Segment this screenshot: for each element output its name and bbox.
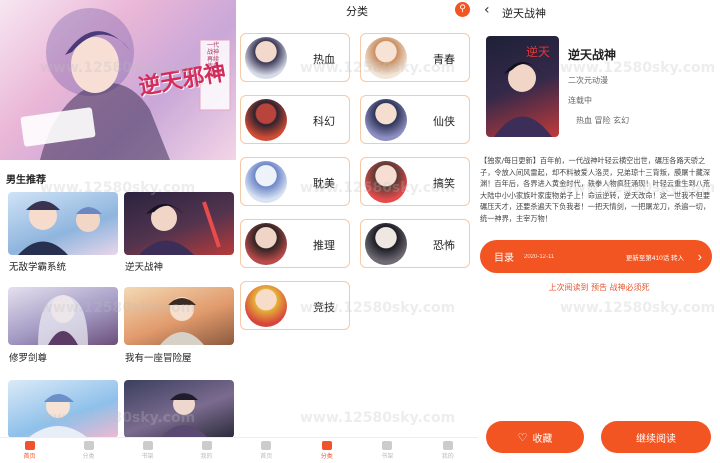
tab-home[interactable]: 首页 [0, 438, 59, 463]
tab-bookshelf[interactable]: 书架 [357, 438, 418, 463]
user-icon [201, 441, 212, 450]
comic-title: 逆天战神 [568, 48, 617, 62]
category-xianxia[interactable]: 仙侠 [360, 95, 470, 144]
banner-caption: 一代战神再续传奇（下） [207, 42, 226, 77]
category-horror[interactable]: 恐怖 [360, 219, 470, 268]
page-title: 分类 [346, 6, 368, 18]
grid-icon [83, 441, 94, 450]
category-scifi[interactable]: 科幻 [240, 95, 350, 144]
tab-home[interactable]: 首页 [236, 438, 297, 463]
category-sports[interactable]: 竞技 [240, 281, 350, 330]
category-mystery[interactable]: 推理 [240, 219, 350, 268]
comic-description: 【独家/每日更新】百年前，一代战神叶轻云横空出世，碾压各路天骄之子，令放入间风雷… [480, 156, 711, 223]
avatar [365, 99, 407, 141]
category-hot-blood[interactable]: 热血 [240, 33, 350, 82]
bottom-tab-bar: 首页 分类 书架 我的 [0, 437, 236, 463]
avatar [365, 37, 407, 79]
avatar [365, 161, 407, 203]
avatar [245, 99, 287, 141]
last-read-link[interactable]: 上次阅读到 预告 战神必须死 [478, 282, 720, 293]
continue-reading-button[interactable]: 继续阅读 [601, 421, 711, 453]
home-banner[interactable]: 逆天邪神 一代战神再续传奇（下） [0, 0, 236, 160]
avatar [245, 223, 287, 265]
comic-cover: 逆天 [486, 36, 559, 137]
category-screen: 分类 ⚲ 热血 青春 科幻 仙侠 耽美 搞笑 推理 恐怖 竞技 首页 分类 书架… [236, 0, 478, 463]
tab-category[interactable]: 分类 [297, 438, 358, 463]
comic-card-cover[interactable] [8, 380, 118, 438]
tab-bookshelf[interactable]: 书架 [118, 438, 177, 463]
detail-screen: ‹ 逆天战神 逆天 逆天战神 二次元动漫 连载中 热血 冒险 玄幻 【独家/每日… [478, 0, 720, 463]
grid-icon [321, 441, 332, 450]
user-icon [442, 441, 453, 450]
back-icon[interactable]: ‹ [484, 3, 490, 17]
book-icon [142, 441, 153, 450]
avatar [245, 37, 287, 79]
bottom-tab-bar: 首页 分类 书架 我的 [236, 437, 478, 463]
tab-profile[interactable]: 我的 [418, 438, 479, 463]
comic-status: 连载中 [568, 96, 592, 105]
comic-card-title[interactable]: 逆天战神 [125, 259, 163, 273]
comic-card-cover[interactable] [124, 380, 234, 438]
comic-tags: 热血 冒险 玄幻 [576, 116, 630, 125]
comic-card-title[interactable]: 我有一座冒险屋 [125, 350, 192, 364]
comic-card-title[interactable]: 修罗剑尊 [9, 350, 47, 364]
avatar [245, 161, 287, 203]
comic-card-cover[interactable] [124, 287, 234, 345]
favorite-button[interactable]: ♡ 收藏 [486, 421, 584, 453]
catalog-button[interactable]: 目录 2020-12-11 更新至第410话 转入 › [480, 240, 712, 273]
home-screen: 逆天邪神 一代战神再续传奇（下） 男生推荐 无敌学霸系统 逆天战神 修罗剑尊 我… [0, 0, 236, 463]
chevron-right-icon: › [697, 249, 702, 264]
search-icon[interactable]: ⚲ [455, 2, 470, 17]
heart-icon: ♡ [517, 431, 528, 444]
category-youth[interactable]: 青春 [360, 33, 470, 82]
category-comedy[interactable]: 搞笑 [360, 157, 470, 206]
category-danmei[interactable]: 耽美 [240, 157, 350, 206]
section-title: 男生推荐 [6, 175, 46, 186]
comic-card-cover[interactable] [8, 192, 118, 255]
comic-card-title[interactable]: 无敌学霸系统 [9, 259, 66, 273]
page-title: 逆天战神 [502, 8, 546, 20]
comic-type: 二次元动漫 [568, 76, 608, 85]
comic-card-cover[interactable] [124, 192, 234, 255]
home-icon [261, 441, 272, 450]
avatar [245, 285, 287, 327]
tab-profile[interactable]: 我的 [177, 438, 236, 463]
book-icon [382, 441, 393, 450]
avatar [365, 223, 407, 265]
svg-text:逆天: 逆天 [526, 44, 550, 59]
home-icon [24, 441, 35, 450]
comic-card-cover[interactable] [8, 287, 118, 345]
tab-category[interactable]: 分类 [59, 438, 118, 463]
